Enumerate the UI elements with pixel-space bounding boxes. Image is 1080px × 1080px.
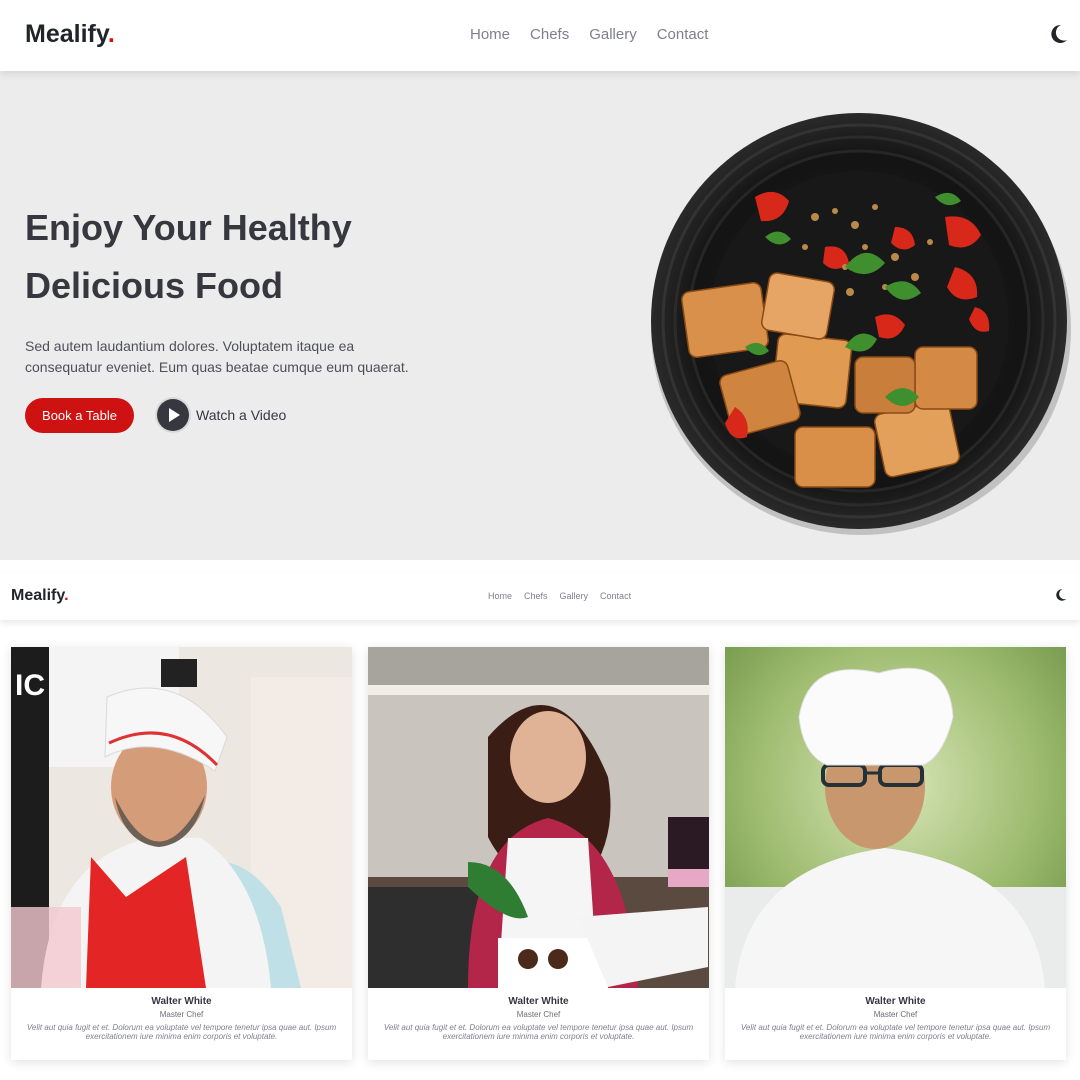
main-navbar: Mealify. Home Chefs Gallery Contact: [0, 0, 1080, 71]
nav-chefs-link[interactable]: Chefs: [530, 26, 569, 43]
chef-card: Walter White Master Chef Velit aut quia …: [725, 647, 1066, 1060]
chef-description: Velit aut quia fugit et et. Dolorum ea v…: [26, 1023, 337, 1041]
nav-gallery-link[interactable]: Gallery: [589, 26, 637, 43]
nav-home-link[interactable]: Home: [470, 26, 510, 43]
chefs-navbar: Mealify. Home Chefs Gallery Contact: [0, 574, 1080, 620]
nav-home-link-small[interactable]: Home: [488, 591, 512, 601]
chef-photo-bearded-man: IC: [11, 647, 352, 988]
svg-text:IC: IC: [15, 669, 45, 702]
chef-description: Velit aut quia fugit et et. Dolorum ea v…: [740, 1023, 1051, 1041]
nav-menu-small: Home Chefs Gallery Contact: [488, 591, 631, 601]
brand-name-small: Mealify: [11, 587, 65, 604]
chef-photo-man-glasses: [725, 647, 1066, 988]
play-icon: [157, 398, 189, 431]
brand-dot-small: .: [64, 587, 69, 604]
chef-role: Master Chef: [873, 1010, 918, 1019]
brand-name: Mealify: [25, 20, 108, 48]
chefs-section: IC Walter White Master Chef Velit aut qu…: [0, 647, 1080, 1067]
moon-icon[interactable]: [1054, 588, 1067, 602]
chef-role: Master Chef: [159, 1010, 204, 1019]
chef-role: Master Chef: [516, 1010, 561, 1019]
moon-icon[interactable]: [1048, 23, 1068, 45]
chef-description: Velit aut quia fugit et et. Dolorum ea v…: [383, 1023, 694, 1041]
chef-photo-woman-piping: [368, 647, 709, 988]
hero-section: Enjoy Your Healthy Delicious Food Sed au…: [0, 71, 1080, 560]
nav-contact-link[interactable]: Contact: [657, 26, 709, 43]
chef-name: Walter White: [508, 996, 569, 1007]
brand-logo-small[interactable]: Mealify.: [11, 587, 69, 605]
chef-card: Walter White Master Chef Velit aut quia …: [368, 647, 709, 1060]
hero-lead-text: Sed autem laudantium dolores. Voluptatem…: [25, 338, 409, 375]
chef-name: Walter White: [151, 996, 212, 1007]
hero-title-line1: Enjoy Your Healthy: [25, 207, 352, 248]
nav-contact-link-small[interactable]: Contact: [600, 591, 631, 601]
brand-dot: .: [107, 20, 115, 48]
brand-logo[interactable]: Mealify.: [25, 20, 115, 49]
nav-menu: Home Chefs Gallery Contact: [470, 26, 708, 43]
chef-name: Walter White: [865, 996, 926, 1007]
hero-title: Enjoy Your Healthy Delicious Food: [25, 199, 585, 315]
food-plate-image: [645, 107, 1077, 539]
chef-card: IC Walter White Master Chef Velit aut qu…: [11, 647, 352, 1060]
hero-title-line2: Delicious Food: [25, 265, 284, 306]
nav-chefs-link-small[interactable]: Chefs: [524, 591, 548, 601]
book-table-button[interactable]: Book a Table: [25, 398, 134, 433]
watch-video-button[interactable]: Watch a Video: [157, 397, 286, 432]
nav-gallery-link-small[interactable]: Gallery: [560, 591, 589, 601]
watch-video-label: Watch a Video: [196, 406, 287, 423]
